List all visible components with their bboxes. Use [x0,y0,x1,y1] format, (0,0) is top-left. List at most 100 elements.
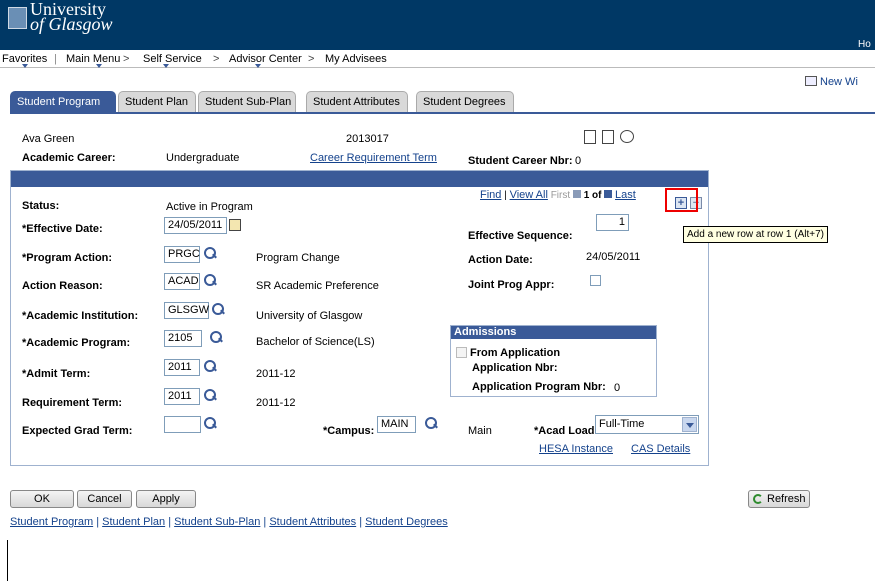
admit-term-field[interactable]: 2011 [164,359,200,376]
requirement-term-label: Requirement Term: [22,397,123,409]
requirement-term-desc: 2011-12 [256,397,296,409]
first-link[interactable]: First [551,190,570,201]
breadcrumb-separator: > [308,53,315,65]
tab-student-degrees[interactable]: Student Degrees [416,91,514,113]
grid-header-bar [11,171,708,187]
lookup-icon[interactable] [204,389,216,401]
tab-student-sub-plan[interactable]: Student Sub-Plan [198,91,296,113]
joint-prog-appr-label: Joint Prog Appr: [468,279,555,291]
status-value: Active in Program [166,201,253,213]
student-career-nbr-label: Student Career Nbr: [468,155,573,167]
lookup-icon[interactable] [204,417,216,429]
link-separator: | [359,516,363,528]
effective-date-field[interactable]: 24/05/2011 [164,217,227,234]
tab-student-plan[interactable]: Student Plan [118,91,196,113]
chevron-down-icon [96,64,102,68]
application-nbr-label: Application Nbr: [472,362,558,374]
add-row-tooltip: Add a new row at row 1 (Alt+7) [683,226,829,243]
action-reason-desc: SR Academic Preference [256,280,379,292]
page-icon[interactable] [602,130,614,144]
lookup-icon[interactable] [210,331,222,343]
cancel-button[interactable]: Cancel [77,490,132,508]
university-crest-icon [8,7,27,29]
effective-sequence-field[interactable]: 1 [596,214,629,231]
last-link[interactable]: Last [615,189,636,201]
campus-desc: Main [468,425,492,437]
acad-load-value: Full-Time [599,418,645,430]
effective-sequence-label: Effective Sequence: [468,230,573,242]
new-window-link[interactable]: New Wi [820,76,858,88]
link-separator: | [96,516,100,528]
refresh-icon [753,494,763,504]
chevron-down-icon[interactable] [682,417,697,432]
admissions-title: Admissions [451,326,656,339]
my-advisees-link[interactable]: My Advisees [325,53,387,65]
previous-arrow-icon[interactable] [572,190,581,198]
lookup-icon[interactable] [212,303,224,315]
acad-load-label: *Acad Load: [534,425,599,437]
view-all-link[interactable]: View All [510,189,548,201]
action-date-label: Action Date: [468,254,533,266]
academic-career-value: Undergraduate [166,152,240,164]
acad-load-select[interactable]: Full-Time [595,415,699,434]
effective-date-label: *Effective Date: [22,223,103,235]
bottom-tab-links: Student Program | Student Plan | Student… [10,516,448,528]
breadcrumb-separator: > [213,53,220,65]
joint-prog-appr-checkbox[interactable] [590,275,601,286]
program-action-field[interactable]: PRGC [164,246,200,263]
expected-grad-term-field[interactable] [164,416,201,433]
calendar-icon[interactable] [229,219,241,231]
application-program-nbr-value: 0 [614,382,621,394]
action-reason-field[interactable]: ACAD [164,273,200,290]
bottom-link-student-sub-plan[interactable]: Student Sub-Plan [174,516,260,528]
cas-details-link[interactable]: CAS Details [631,443,690,455]
lookup-icon[interactable] [204,360,216,372]
apply-button[interactable]: Apply [136,490,196,508]
chevron-down-icon [255,64,261,68]
row-range: 1 of [583,190,602,201]
program-action-desc: Program Change [256,252,340,264]
academic-institution-label: *Academic Institution: [22,310,139,322]
academic-institution-field[interactable]: GLSGW [164,302,209,319]
admit-term-label: *Admit Term: [22,368,91,380]
lookup-icon[interactable] [425,417,437,429]
lookup-icon[interactable] [204,247,216,259]
academic-program-field[interactable]: 2105 [164,330,202,347]
find-link[interactable]: Find [480,189,501,201]
student-name: Ava Green [22,133,75,145]
tab-student-attributes[interactable]: Student Attributes [306,91,408,113]
new-window-icon[interactable] [805,76,817,86]
campus-field[interactable]: MAIN [377,416,416,433]
academic-institution-desc: University of Glasgow [256,310,363,322]
comment-icon[interactable] [620,130,634,143]
requirement-term-field[interactable]: 2011 [164,388,200,405]
action-reason-label: Action Reason: [22,280,103,292]
breadcrumb-divider: | [54,53,57,65]
link-separator: | [263,516,267,528]
next-arrow-icon[interactable] [604,190,613,198]
career-requirement-term-link[interactable]: Career Requirement Term [310,152,437,164]
lookup-icon[interactable] [204,274,216,286]
self-service-menu[interactable]: Self Service [143,53,202,65]
breadcrumb: Favorites | Main Menu > Self Service > A… [0,50,875,68]
bottom-link-student-attributes[interactable]: Student Attributes [269,516,356,528]
hesa-instance-link[interactable]: HESA Instance [539,443,613,455]
university-logo[interactable]: University of Glasgow [30,0,113,33]
home-link[interactable]: Ho [858,39,871,50]
notepad-icon[interactable] [584,130,596,144]
chevron-down-icon [22,64,28,68]
breadcrumb-separator: > [123,53,130,65]
advisor-center-menu[interactable]: Advisor Center [229,53,302,65]
from-application-checkbox[interactable] [456,347,467,358]
bottom-link-student-plan[interactable]: Student Plan [102,516,165,528]
campus-label: *Campus: [323,425,375,437]
bottom-link-student-program[interactable]: Student Program [10,516,93,528]
academic-program-label: *Academic Program: [22,337,131,349]
application-program-nbr-label: Application Program Nbr: [472,381,606,393]
main-menu[interactable]: Main Menu [66,53,120,65]
grid-nav-sep: | [504,190,507,201]
status-label: Status: [22,200,60,212]
ok-button[interactable]: OK [10,490,74,508]
bottom-link-student-degrees[interactable]: Student Degrees [365,516,448,528]
tab-student-program[interactable]: Student Program [10,91,116,113]
